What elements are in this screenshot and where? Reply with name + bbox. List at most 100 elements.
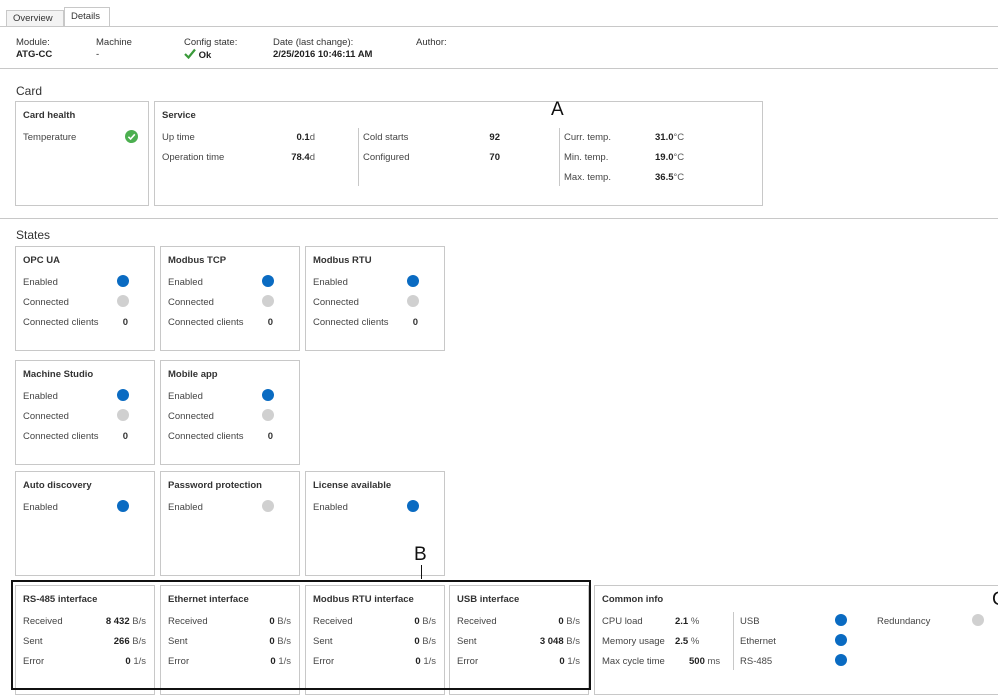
health-ok-icon xyxy=(125,130,138,143)
cpu-load-value: 2.1 % xyxy=(675,616,700,627)
module-label: Module: xyxy=(16,37,50,48)
max-cycle-time-label: Max cycle time xyxy=(602,656,665,667)
callout-a: A xyxy=(551,99,564,120)
modbus-rtu-connected-indicator xyxy=(407,295,419,307)
card-separator xyxy=(0,218,998,219)
cpu-load-label: CPU load xyxy=(602,616,643,627)
memory-usage-value: 2.5 % xyxy=(675,636,700,647)
card-health-title: Card health xyxy=(23,110,76,121)
cold-starts-value: 92 xyxy=(489,132,500,143)
machine-studio-clients-value: 0 xyxy=(122,431,128,442)
mobile-app-clients-value: 0 xyxy=(267,431,273,442)
date-value: 2/25/2016 10:46:11 AM xyxy=(273,49,373,60)
service-divider-2 xyxy=(559,128,560,186)
machine-studio-connected-indicator xyxy=(117,409,129,421)
configured-value: 70 xyxy=(489,152,500,163)
states-section-title: States xyxy=(16,228,51,242)
callout-b: B xyxy=(414,544,427,565)
mobile-app-connected-indicator xyxy=(262,409,274,421)
author-label: Author: xyxy=(416,37,447,48)
machine-studio-connected-label: Connected xyxy=(23,411,69,422)
usb-status-indicator xyxy=(835,614,847,626)
auto-discovery-enabled-indicator xyxy=(117,500,129,512)
max-temp-value: 36.5°C xyxy=(655,172,685,183)
service-title: Service xyxy=(162,110,196,121)
password-protection-panel: Password protection Enabled xyxy=(160,471,300,576)
memory-usage-label: Memory usage xyxy=(602,636,665,647)
common-info-title: Common info xyxy=(602,594,664,605)
tab-details[interactable]: Details xyxy=(64,7,110,27)
mobile-app-panel: Mobile app Enabled Connected Connected c… xyxy=(160,360,300,465)
auto-discovery-enabled-label: Enabled xyxy=(23,502,58,513)
machine-studio-enabled-indicator xyxy=(117,389,129,401)
opcua-enabled-indicator xyxy=(117,275,129,287)
machine-studio-clients-label: Connected clients xyxy=(23,431,99,442)
modbus-tcp-enabled-indicator xyxy=(262,275,274,287)
modbus-rtu-title: Modbus RTU xyxy=(313,255,372,266)
modbus-tcp-connected-indicator xyxy=(262,295,274,307)
machine-studio-enabled-label: Enabled xyxy=(23,391,58,402)
modbus-tcp-title: Modbus TCP xyxy=(168,255,227,266)
header-separator xyxy=(0,68,998,69)
opcua-panel: OPC UA Enabled Connected Connected clien… xyxy=(15,246,155,351)
modbus-tcp-connected-label: Connected xyxy=(168,297,214,308)
callout-c: C xyxy=(992,589,998,611)
service-panel: Service Up time 0.1d Operation time 78.4… xyxy=(154,101,763,206)
auto-discovery-panel: Auto discovery Enabled xyxy=(15,471,155,576)
common-info-panel: Common info CPU load 2.1 % Memory usage … xyxy=(594,585,998,695)
mobile-app-connected-label: Connected xyxy=(168,411,214,422)
modbus-rtu-connected-label: Connected xyxy=(313,297,359,308)
password-protection-title: Password protection xyxy=(168,480,262,491)
modbus-tcp-clients-label: Connected clients xyxy=(168,317,244,328)
redundancy-label: Redundancy xyxy=(877,616,931,627)
mobile-app-clients-label: Connected clients xyxy=(168,431,244,442)
rs485-status-label: RS-485 xyxy=(740,656,773,667)
config-state: Ok xyxy=(184,48,211,61)
usb-status-label: USB xyxy=(740,616,760,627)
mobile-app-title: Mobile app xyxy=(168,369,218,380)
config-state-label: Config state: xyxy=(184,37,238,48)
common-divider xyxy=(733,612,734,670)
curr-temp-value: 31.0°C xyxy=(655,132,685,143)
mobile-app-enabled-indicator xyxy=(262,389,274,401)
machine-studio-panel: Machine Studio Enabled Connected Connect… xyxy=(15,360,155,465)
config-state-value: Ok xyxy=(198,50,212,61)
license-available-title: License available xyxy=(313,480,392,491)
mobile-app-enabled-label: Enabled xyxy=(168,391,203,402)
opcua-enabled-label: Enabled xyxy=(23,277,58,288)
tab-overview[interactable]: Overview xyxy=(6,10,64,26)
service-divider xyxy=(358,128,359,186)
curr-temp-label: Curr. temp. xyxy=(564,132,611,143)
opcua-clients-label: Connected clients xyxy=(23,317,99,328)
password-protection-enabled-indicator xyxy=(262,500,274,512)
callout-b-leader xyxy=(421,565,422,579)
modbus-rtu-panel: Modbus RTU Enabled Connected Connected c… xyxy=(305,246,445,351)
license-available-enabled-indicator xyxy=(407,500,419,512)
modbus-tcp-clients-value: 0 xyxy=(267,317,273,328)
ethernet-status-label: Ethernet xyxy=(740,636,776,647)
min-temp-value: 19.0°C xyxy=(655,152,685,163)
machine-studio-title: Machine Studio xyxy=(23,369,94,380)
ethernet-status-indicator xyxy=(835,634,847,646)
modbus-rtu-enabled-label: Enabled xyxy=(313,277,348,288)
min-temp-label: Min. temp. xyxy=(564,152,609,163)
opcua-clients-value: 0 xyxy=(122,317,128,328)
password-protection-enabled-label: Enabled xyxy=(168,502,203,513)
tab-underline xyxy=(0,26,998,27)
operation-time-value: 78.4d xyxy=(291,152,315,163)
callout-b-frame xyxy=(11,580,591,690)
card-section-title: Card xyxy=(16,84,43,98)
max-cycle-time-value: 500 ms xyxy=(689,656,721,667)
checkmark-icon xyxy=(184,48,196,60)
machine-value: - xyxy=(96,49,100,60)
date-label: Date (last change): xyxy=(273,37,354,48)
operation-time-label: Operation time xyxy=(162,152,225,163)
max-temp-label: Max. temp. xyxy=(564,172,611,183)
uptime-value: 0.1d xyxy=(296,132,315,143)
redundancy-indicator xyxy=(972,614,984,626)
opcua-connected-label: Connected xyxy=(23,297,69,308)
cold-starts-label: Cold starts xyxy=(363,132,409,143)
module-value: ATG-CC xyxy=(16,49,53,60)
configured-label: Configured xyxy=(363,152,410,163)
rs485-status-indicator xyxy=(835,654,847,666)
